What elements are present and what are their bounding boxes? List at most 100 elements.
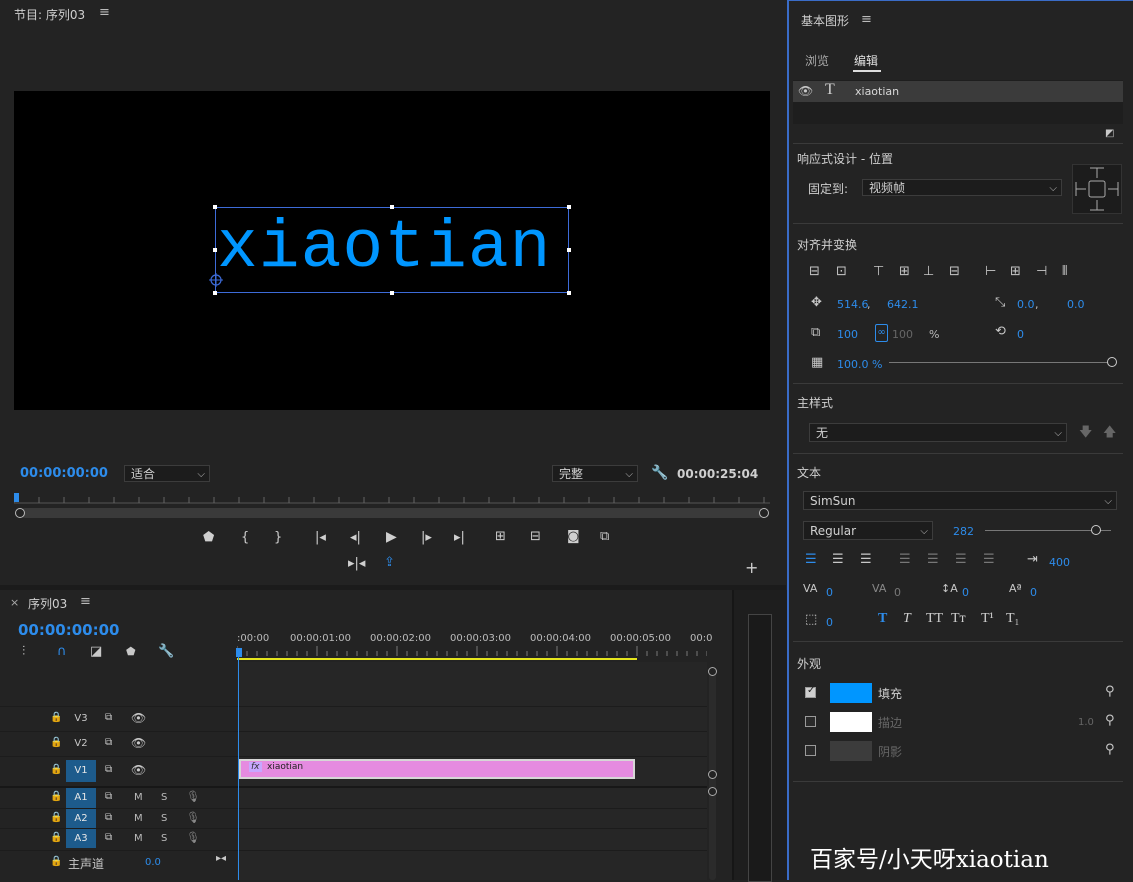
stroke-checkbox[interactable]	[805, 716, 816, 727]
kerning-value[interactable]: 0	[826, 586, 833, 599]
push-down-arrow-icon[interactable]: 🡇	[1079, 426, 1092, 439]
track-label[interactable]: A1	[66, 788, 96, 808]
all-caps-button[interactable]: TT	[926, 611, 943, 627]
mark-in-button[interactable]: {	[241, 530, 249, 545]
track-label[interactable]: V1	[66, 760, 96, 782]
track-label[interactable]: A3	[66, 829, 96, 848]
solo-button[interactable]: S	[161, 833, 167, 844]
export-frame-camera-icon[interactable]: ◙	[567, 529, 580, 544]
sync-lock-icon[interactable]: ⧉	[105, 738, 112, 748]
justify-right-icon[interactable]: ☰	[955, 553, 967, 566]
snap-magnet-icon[interactable]: ∩	[57, 645, 67, 658]
new-layer-icon[interactable]: ◩	[1105, 129, 1114, 139]
faux-italic-button[interactable]: T	[903, 611, 911, 627]
mic-icon[interactable]: 🎙	[186, 812, 200, 823]
baseline-value[interactable]: 0	[1030, 586, 1037, 599]
bbox-handle[interactable]	[567, 248, 571, 252]
justify-left-icon[interactable]: ☰	[899, 553, 911, 566]
link-scale-icon[interactable]: ∞	[875, 324, 888, 342]
extract-button[interactable]: ⊟	[530, 529, 541, 544]
lock-icon[interactable]: 🔒	[50, 765, 62, 775]
opacity-slider-thumb[interactable]	[1107, 357, 1117, 367]
justify-all-icon[interactable]: ☰	[983, 553, 995, 566]
settings-wrench-icon[interactable]: 🔧	[158, 645, 174, 658]
layer-row[interactable]: 👁 T xiaotian	[793, 81, 1123, 102]
layer-name[interactable]: xiaotian	[855, 85, 899, 98]
bbox-handle[interactable]	[567, 205, 571, 209]
eye-icon[interactable]: 👁	[131, 764, 146, 776]
stroke-width-value[interactable]: 1.0	[1078, 717, 1094, 728]
track-a3[interactable]: 🔒 A3 ⧉ M S 🎙	[0, 828, 707, 849]
opacity-slider-track[interactable]	[889, 362, 1111, 363]
eye-icon[interactable]: 👁	[131, 737, 146, 749]
mark-out-button[interactable]: }	[274, 530, 282, 545]
vscroll-handle[interactable]	[708, 787, 717, 796]
track-master[interactable]: 🔒 主声道 0.0 ▸◂	[0, 850, 707, 881]
hamburger-icon[interactable]: ≡	[80, 594, 91, 609]
track-v1[interactable]: 🔒 V1 ⧉ 👁 fx xiaotian	[0, 756, 707, 786]
mute-button[interactable]: M	[134, 813, 143, 824]
play-button[interactable]: ▶	[386, 529, 397, 545]
go-to-in-button[interactable]: |◂	[315, 530, 326, 545]
vscroll-handle[interactable]	[708, 667, 717, 676]
tracking-value[interactable]: 0	[894, 586, 901, 599]
sync-lock-icon[interactable]: ⧉	[105, 792, 112, 802]
superscript-button[interactable]: T¹	[981, 611, 994, 627]
bbox-handle[interactable]	[567, 291, 571, 295]
timeline-playhead[interactable]	[236, 648, 242, 657]
align-bottom-icon[interactable]: ⊥	[923, 265, 934, 278]
distribute-vertical-icon[interactable]: ⊟	[949, 265, 960, 278]
lock-icon[interactable]: 🔒	[50, 813, 62, 823]
track-label[interactable]: V2	[66, 734, 96, 754]
align-vertical-center-icon[interactable]: ⊟	[809, 265, 820, 278]
eye-icon[interactable]: 👁	[798, 85, 813, 97]
fit-select[interactable]: 适合 ⌵	[124, 465, 210, 482]
anchor-x-value[interactable]: 0.0	[1017, 298, 1035, 311]
eye-icon[interactable]: 👁	[131, 712, 146, 724]
eyedropper-icon[interactable]: ⚲	[1105, 685, 1115, 698]
align-text-left-icon[interactable]: ☰	[805, 553, 817, 566]
wrench-icon[interactable]: 🔧	[651, 466, 668, 480]
track-a2[interactable]: 🔒 A2 ⧉ M S 🎙	[0, 808, 707, 829]
bbox-handle[interactable]	[213, 248, 217, 252]
opacity-value[interactable]: 100.0 %	[837, 358, 882, 371]
mic-icon[interactable]: 🎙	[186, 791, 200, 802]
shadow-checkbox[interactable]	[805, 745, 816, 756]
mute-button[interactable]: M	[134, 833, 143, 844]
eyedropper-icon[interactable]: ⚲	[1105, 714, 1115, 727]
align-center-icon[interactable]: ⊞	[1010, 265, 1021, 278]
pin-edges-widget[interactable]	[1072, 164, 1122, 214]
lock-icon[interactable]: 🔒	[50, 833, 62, 843]
font-family-select[interactable]: SimSun ⌵	[803, 491, 1117, 510]
step-forward-button[interactable]: |▸	[421, 530, 432, 545]
timeline-clip[interactable]: fx xiaotian	[239, 759, 635, 779]
scroll-handle-left[interactable]	[15, 508, 25, 518]
fill-checkbox[interactable]: ✓	[805, 685, 816, 698]
align-horizontal-center-icon[interactable]: ⊡	[836, 265, 847, 278]
bbox-handle[interactable]	[213, 205, 217, 209]
scroll-handle-right[interactable]	[759, 508, 769, 518]
font-style-select[interactable]: Regular ⌵	[803, 521, 933, 540]
vscroll-handle[interactable]	[708, 770, 717, 779]
bbox-handle[interactable]	[390, 205, 394, 209]
lift-button[interactable]: ⊞	[495, 529, 506, 544]
nest-icon[interactable]: ⫶	[22, 645, 25, 658]
align-text-right-icon[interactable]: ☰	[860, 553, 872, 566]
go-to-out-button[interactable]: ▸|	[454, 530, 465, 545]
rotation-value[interactable]: 0	[1017, 328, 1024, 341]
add-marker-icon[interactable]: ⬟	[126, 646, 136, 657]
step-back-button[interactable]: ◂|	[350, 530, 361, 545]
work-area-bar[interactable]	[237, 658, 637, 660]
anchor-point-icon[interactable]	[209, 273, 223, 287]
comparison-view-button[interactable]: ⧉	[600, 529, 609, 544]
panel-title[interactable]: 基本图形	[801, 12, 849, 29]
scale-value[interactable]: 100	[837, 328, 858, 341]
pin-to-select[interactable]: 视频帧 ⌵	[862, 179, 1062, 196]
master-style-select[interactable]: 无 ⌵	[809, 423, 1067, 442]
hamburger-icon[interactable]: ≡	[99, 5, 110, 20]
font-size-slider-thumb[interactable]	[1091, 525, 1102, 535]
tsume-value[interactable]: 0	[826, 616, 833, 629]
timeline-timecode[interactable]: 00:00:00:00	[18, 621, 120, 639]
track-label[interactable]: A2	[66, 809, 96, 828]
lock-icon[interactable]: 🔒	[50, 713, 62, 723]
